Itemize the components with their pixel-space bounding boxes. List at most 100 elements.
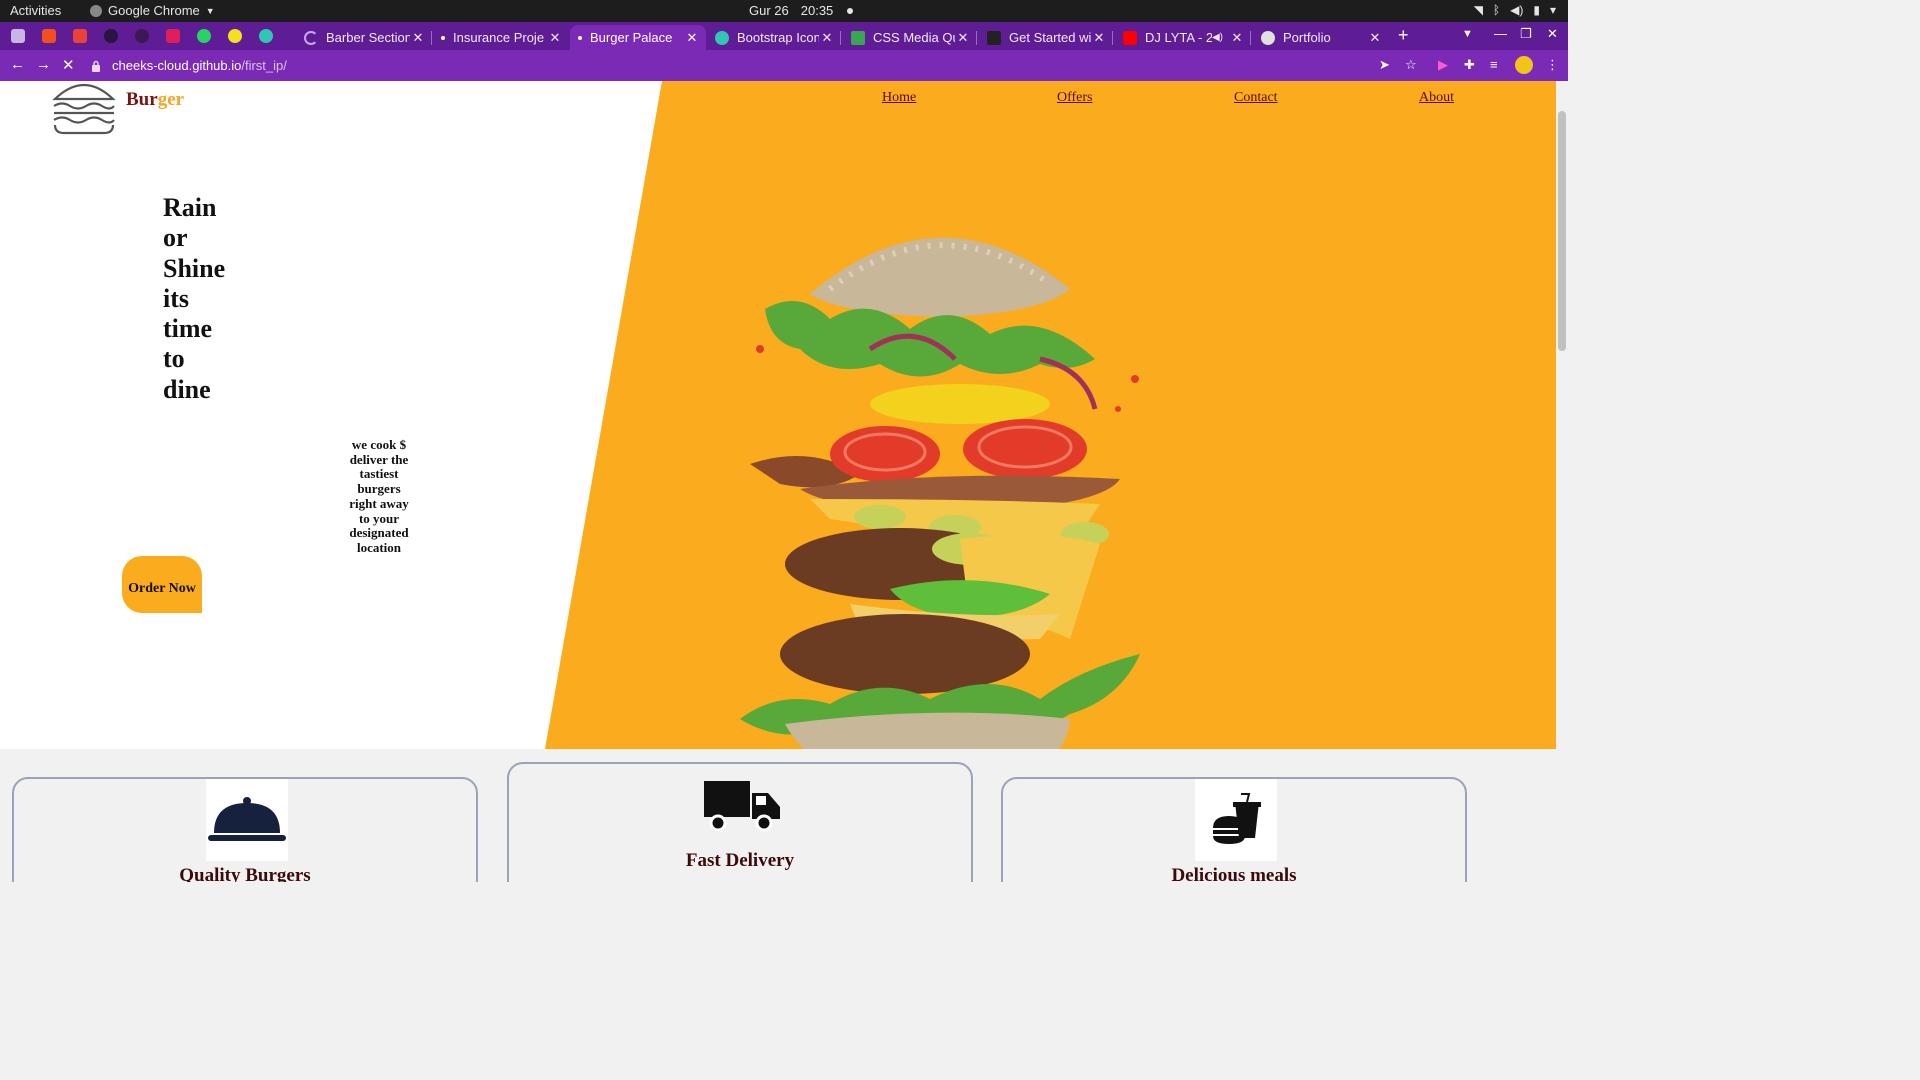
pinned-tab-k-icon[interactable]	[8, 26, 28, 46]
pinned-tab-js-icon[interactable]	[225, 26, 245, 46]
tab-insurance-project[interactable]: Insurance Proje ✕	[433, 25, 569, 50]
feature-card: Delicious meals	[1001, 777, 1467, 882]
features-section: Quality Burgers Fast Delivery Delicious …	[0, 749, 1556, 882]
cloche-icon	[206, 779, 288, 861]
send-tab-icon[interactable]: ➤	[1379, 57, 1390, 73]
youtube-icon	[1123, 30, 1137, 45]
bluetooth-icon: ᛒ	[1492, 3, 1501, 17]
tab-title: Portfolio	[1283, 30, 1331, 45]
close-tab-icon[interactable]: ✕	[1367, 30, 1383, 46]
nav-link-about[interactable]: About	[1419, 90, 1454, 106]
page-icon	[441, 35, 445, 40]
brand-name[interactable]: Burger	[126, 89, 184, 111]
hero-tagline: we cook $ deliver the tastiest burgers r…	[349, 437, 409, 555]
close-tab-icon[interactable]: ✕	[955, 30, 971, 46]
clock[interactable]: Gur 26 20:35	[749, 3, 854, 18]
close-tab-icon[interactable]: ✕	[684, 30, 700, 46]
stop-loading-icon[interactable]: ✕	[62, 56, 75, 74]
pinned-tab-whatsapp-icon[interactable]	[194, 26, 214, 46]
forward-arrow-icon[interactable]: →	[36, 56, 51, 73]
back-arrow-icon[interactable]: ←	[10, 56, 25, 73]
tab-separator	[1250, 31, 1251, 45]
notification-dot-icon	[847, 7, 854, 14]
url-path: /first_ip/	[241, 58, 287, 73]
extension-video-icon[interactable]: ▶	[1438, 57, 1448, 73]
extensions-puzzle-icon[interactable]: ✚	[1464, 57, 1475, 73]
restore-window-icon[interactable]: ❐	[1520, 26, 1532, 42]
hero-section: Burger Home Offers Contact About Rain or…	[0, 81, 1556, 789]
tab-css-media-queries[interactable]: CSS Media Que ✕	[843, 25, 977, 50]
activities-button[interactable]: Activities	[10, 3, 61, 18]
tab-strip: Barber Section ✕ Insurance Proje ✕ Burge…	[0, 22, 1568, 50]
page-viewport: Burger Home Offers Contact About Rain or…	[0, 81, 1556, 882]
headline-word: time	[163, 314, 213, 344]
system-tray[interactable]: ◥ ᛒ ◀) ▮ ▾	[1474, 3, 1556, 17]
volume-icon: ◀)	[1510, 3, 1524, 17]
close-tab-icon[interactable]: ✕	[1091, 30, 1107, 46]
new-tab-plus-icon[interactable]: +	[1398, 25, 1409, 46]
caret-down-icon: ▼	[205, 5, 215, 16]
brand-part-1: Bur	[126, 89, 158, 110]
clock-time: 20:35	[800, 3, 834, 18]
address-bar[interactable]: cheeks-cloud.github.io/first_ip/	[90, 53, 1430, 78]
close-tab-icon[interactable]: ✕	[819, 30, 835, 46]
feature-card: Fast Delivery	[507, 762, 973, 882]
battery-icon: ▮	[1533, 3, 1540, 17]
minimize-window-icon[interactable]: —	[1494, 26, 1507, 41]
profile-avatar[interactable]	[1515, 56, 1533, 74]
browser-toolbar: ← → ✕ cheeks-cloud.github.io/first_ip/ ➤…	[0, 50, 1568, 81]
clock-day: Gur 26	[749, 3, 789, 18]
burger-logo-icon[interactable]	[50, 81, 118, 135]
page-scrollbar[interactable]	[1556, 81, 1568, 882]
pinned-tab-shield-icon[interactable]	[256, 26, 276, 46]
feature-title: Fast Delivery	[685, 850, 795, 871]
pinned-tab-figma-icon[interactable]	[39, 26, 59, 46]
audio-playing-icon[interactable]: ◀)	[1212, 32, 1223, 43]
pinned-tab-tree-icon[interactable]	[132, 26, 152, 46]
tab-title: Bootstrap Icon	[737, 30, 819, 45]
close-window-icon[interactable]: ✕	[1547, 26, 1558, 42]
tab-title: Burger Palace	[590, 30, 673, 45]
chrome-icon	[90, 4, 102, 17]
app-name: Google Chrome	[108, 3, 200, 18]
flag-icon	[987, 30, 1001, 45]
bookmark-star-icon[interactable]: ☆	[1405, 57, 1417, 73]
chevron-down-icon: ▾	[1549, 3, 1556, 17]
globe-icon	[1261, 30, 1275, 45]
pinned-tab-github-icon[interactable]	[101, 26, 121, 46]
scrollbar-thumb[interactable]	[1558, 111, 1566, 351]
pinned-tabs	[8, 26, 276, 46]
tab-separator	[1112, 31, 1113, 45]
close-tab-icon[interactable]: ✕	[547, 30, 563, 46]
tab-search-chevron-icon[interactable]: ▼	[1462, 28, 1473, 40]
loading-spinner-icon	[304, 30, 318, 45]
tab-separator	[976, 31, 977, 45]
tab-bootstrap-icons[interactable]: Bootstrap Icon ✕	[707, 25, 841, 50]
nav-link-offers[interactable]: Offers	[1057, 90, 1093, 106]
headline-word: to	[163, 344, 185, 374]
tab-title: DJ LYTA - 20	[1145, 30, 1212, 45]
nav-link-contact[interactable]: Contact	[1234, 90, 1278, 106]
order-now-button[interactable]: Order Now	[122, 556, 202, 613]
tab-dj-lyta[interactable]: DJ LYTA - 20 ◀) ✕	[1115, 25, 1251, 50]
lock-icon	[92, 60, 100, 72]
tab-barber-section[interactable]: Barber Section ✕	[296, 25, 432, 50]
brand-part-2: ger	[157, 89, 185, 110]
nav-link-home[interactable]: Home	[882, 90, 916, 106]
close-tab-icon[interactable]: ✕	[410, 30, 426, 46]
close-tab-icon[interactable]: ✕	[1229, 30, 1245, 46]
pinned-tab-slack-icon[interactable]	[163, 26, 183, 46]
app-menu[interactable]: Google Chrome ▼	[90, 3, 215, 18]
tab-separator	[431, 31, 432, 45]
kebab-menu-icon[interactable]: ⋮	[1546, 57, 1559, 73]
system-top-bar: Activities Google Chrome ▼ Gur 26 20:35 …	[0, 0, 1568, 22]
headline-word: Shine	[163, 253, 226, 283]
media-queue-icon[interactable]: ≡	[1490, 57, 1498, 72]
tab-get-started[interactable]: Get Started wit ✕	[979, 25, 1113, 50]
page-icon	[578, 35, 582, 40]
feature-card: Quality Burgers	[12, 777, 478, 882]
tab-burger-palace[interactable]: Burger Palace ✕	[570, 25, 706, 50]
tab-portfolio[interactable]: Portfolio ✕	[1253, 25, 1389, 50]
headline-word: Rain	[163, 193, 217, 222]
pinned-tab-gmail-icon[interactable]	[70, 26, 90, 46]
